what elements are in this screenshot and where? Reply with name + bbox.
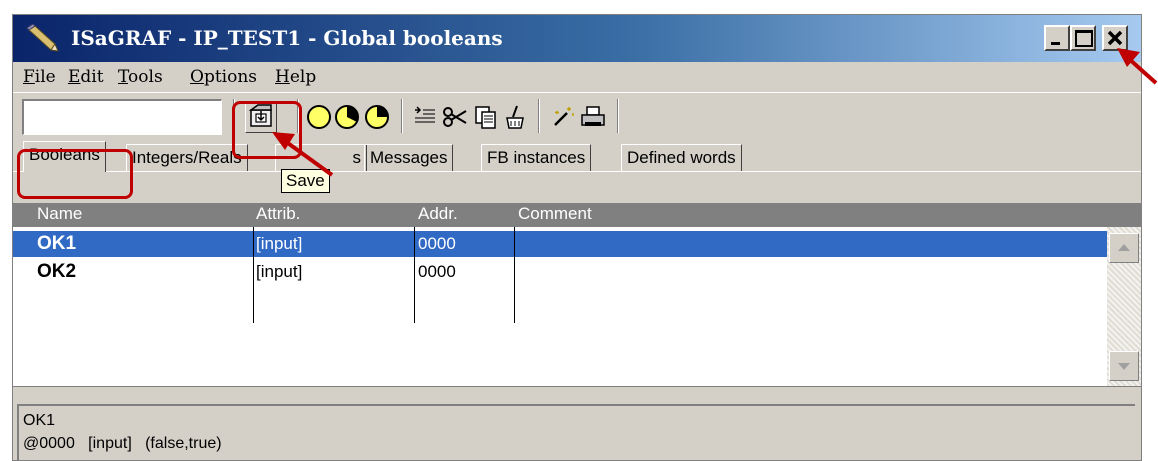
- annotation-arrows: [272, 48, 1158, 177]
- annotation-arrow-save: [272, 132, 334, 177]
- annotation-arrow-close: [1117, 48, 1158, 85]
